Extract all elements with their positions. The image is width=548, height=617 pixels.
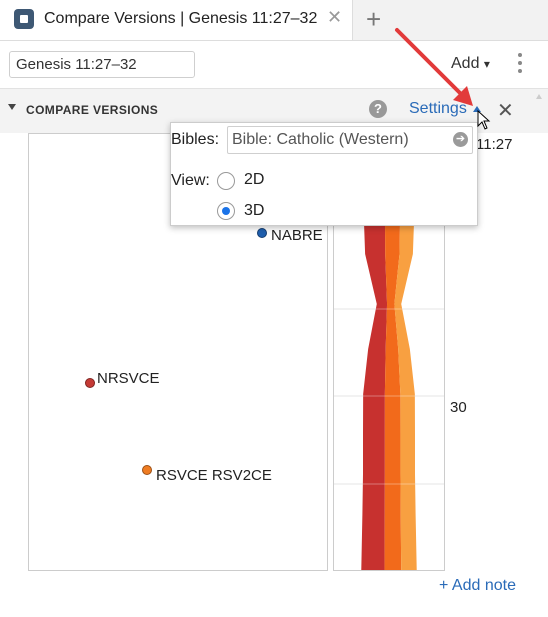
radio-3d-label[interactable]: 3D <box>244 202 264 220</box>
bibles-field[interactable]: Bible: Catholic (Western) ➔ <box>227 126 473 154</box>
tab-title: Compare Versions | Genesis 11:27–32 <box>44 10 318 27</box>
panel-title: COMPARE VERSIONS <box>26 103 159 117</box>
view-label: View: <box>171 172 210 189</box>
point-nrsvce[interactable] <box>85 378 95 388</box>
add-note-link[interactable]: + Add note <box>439 577 516 595</box>
point-rsvce[interactable] <box>142 465 152 475</box>
go-arrow-icon[interactable]: ➔ <box>453 132 468 147</box>
mouse-cursor-icon <box>477 110 491 130</box>
reference-input[interactable] <box>9 51 195 78</box>
point-nabre[interactable] <box>257 228 267 238</box>
new-tab-button[interactable]: + <box>366 4 381 35</box>
close-icon[interactable]: ✕ <box>327 7 342 28</box>
point-label-nrsvce: NRSVCE <box>97 370 160 387</box>
radio-2d[interactable] <box>217 172 235 190</box>
collapse-caret-icon[interactable] <box>8 104 16 110</box>
radio-2d-label[interactable]: 2D <box>244 171 264 189</box>
point-label-rsvce: RSVCE RSV2CE <box>156 467 272 484</box>
radio-3d[interactable] <box>217 202 235 220</box>
verse-label-30: 30 <box>450 399 467 416</box>
tab-compare-versions[interactable]: Compare Versions | Genesis 11:27–32 ✕ <box>0 0 353 40</box>
close-panel-button[interactable]: ✕ <box>497 98 514 123</box>
document-icon <box>14 9 34 29</box>
bibles-label: Bibles: <box>171 131 220 148</box>
annotation-arrow-icon <box>395 28 473 106</box>
settings-popup: Bibles: Bible: Catholic (Western) ➔ View… <box>170 122 478 226</box>
bibles-value: Bible: Catholic (Western) <box>232 131 409 148</box>
more-vertical-icon[interactable] <box>518 53 522 77</box>
verse-label-top: 11:27 <box>476 136 513 153</box>
point-label-nabre: NABRE <box>271 227 323 244</box>
scroll-up-icon[interactable] <box>536 94 542 99</box>
